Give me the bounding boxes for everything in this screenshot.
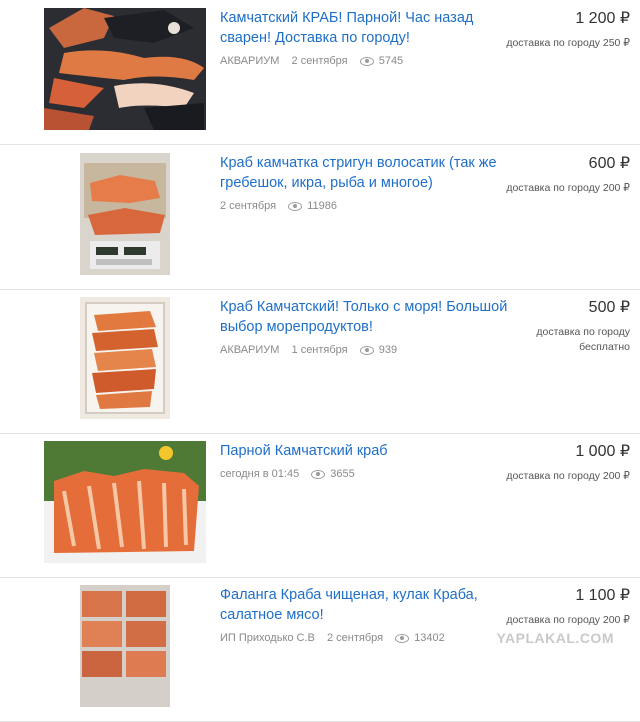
views: 13402 [395,632,445,644]
seller-name[interactable]: ИП Приходько С.В [220,632,315,644]
listing-date: 1 сентября [291,344,348,356]
listing-title[interactable]: Камчатский КРАБ! Парной! Час назад сваре… [220,8,510,48]
eye-icon [359,345,374,355]
listing-item[interactable]: Камчатский КРАБ! Парной! Час назад сваре… [0,0,640,145]
crab-legs-in-box-photo[interactable] [80,297,170,419]
views: 5745 [359,55,404,67]
listing-date: 2 сентября [220,200,277,212]
listing-item[interactable]: Парной Камчатский краб сегодня в 01:45 3… [0,433,640,578]
listing-price: 1 200 ₽ [575,10,630,27]
listing-meta: 2 сентября 11986 [220,200,346,212]
listing-date: сегодня в 01:45 [220,468,300,480]
listing-title[interactable]: Парной Камчатский краб [220,441,510,461]
delivery-info: доставка по городу 200 ₽ [506,182,630,194]
listing-price: 1 100 ₽ [575,587,630,604]
eye-icon [395,633,410,643]
eye-icon [288,201,303,211]
listing-meta: ИП Приходько С.В 2 сентября 13402 [220,632,454,644]
eye-icon [359,56,374,66]
listing-date: 2 сентября [326,632,384,644]
listing-item[interactable]: Краб Камчатский! Только с моря! Большой … [0,289,640,434]
views-count: 13402 [414,632,445,644]
views: 11986 [288,200,337,212]
listing-price: 500 ₽ [588,299,630,316]
listing-meta: АКВАРИУМ 1 сентября 939 [220,344,406,356]
crab-on-scale-photo[interactable] [80,153,170,275]
seller-name[interactable]: АКВАРИУМ [220,344,279,356]
views-count: 939 [378,344,398,356]
listing-item[interactable]: Краб камчатка стригун волосатик (так же … [0,145,640,290]
crab-meat-packs-photo[interactable] [80,585,170,707]
delivery-info: доставка по городу 200 ₽ [506,470,630,482]
views: 3655 [311,468,355,480]
listing-meta: АКВАРИУМ 2 сентября 5745 [220,55,412,67]
listing-meta: сегодня в 01:45 3655 [220,468,364,480]
views-count: 11986 [307,200,337,212]
crab-legs-on-grass-photo[interactable] [44,441,206,563]
delivery-info: доставка по городу 250 ₽ [506,37,630,49]
views-count: 3655 [330,468,355,480]
seller-name[interactable]: АКВАРИУМ [220,55,279,67]
crab-legs-gloved-hand-photo[interactable] [44,8,206,130]
listing-price: 1 000 ₽ [575,443,630,460]
views: 939 [359,344,398,356]
eye-icon [311,469,326,479]
listing-item[interactable]: Фаланга Краба чищеная, кулак Краба, сала… [0,577,640,722]
listing-title[interactable]: Фаланга Краба чищеная, кулак Краба, сала… [220,585,510,625]
listing-title[interactable]: Краб камчатка стригун волосатик (так же … [220,153,510,193]
views-count: 5745 [378,55,404,67]
listing-price: 600 ₽ [588,155,630,172]
site-watermark: YAPLAKAL.COM [496,630,614,646]
delivery-info: доставка по городу 200 ₽ [506,614,630,626]
listing-title[interactable]: Краб Камчатский! Только с моря! Большой … [220,297,510,337]
listing-date: 2 сентября [291,55,348,67]
delivery-info: доставка по городу бесплатно [536,326,630,353]
